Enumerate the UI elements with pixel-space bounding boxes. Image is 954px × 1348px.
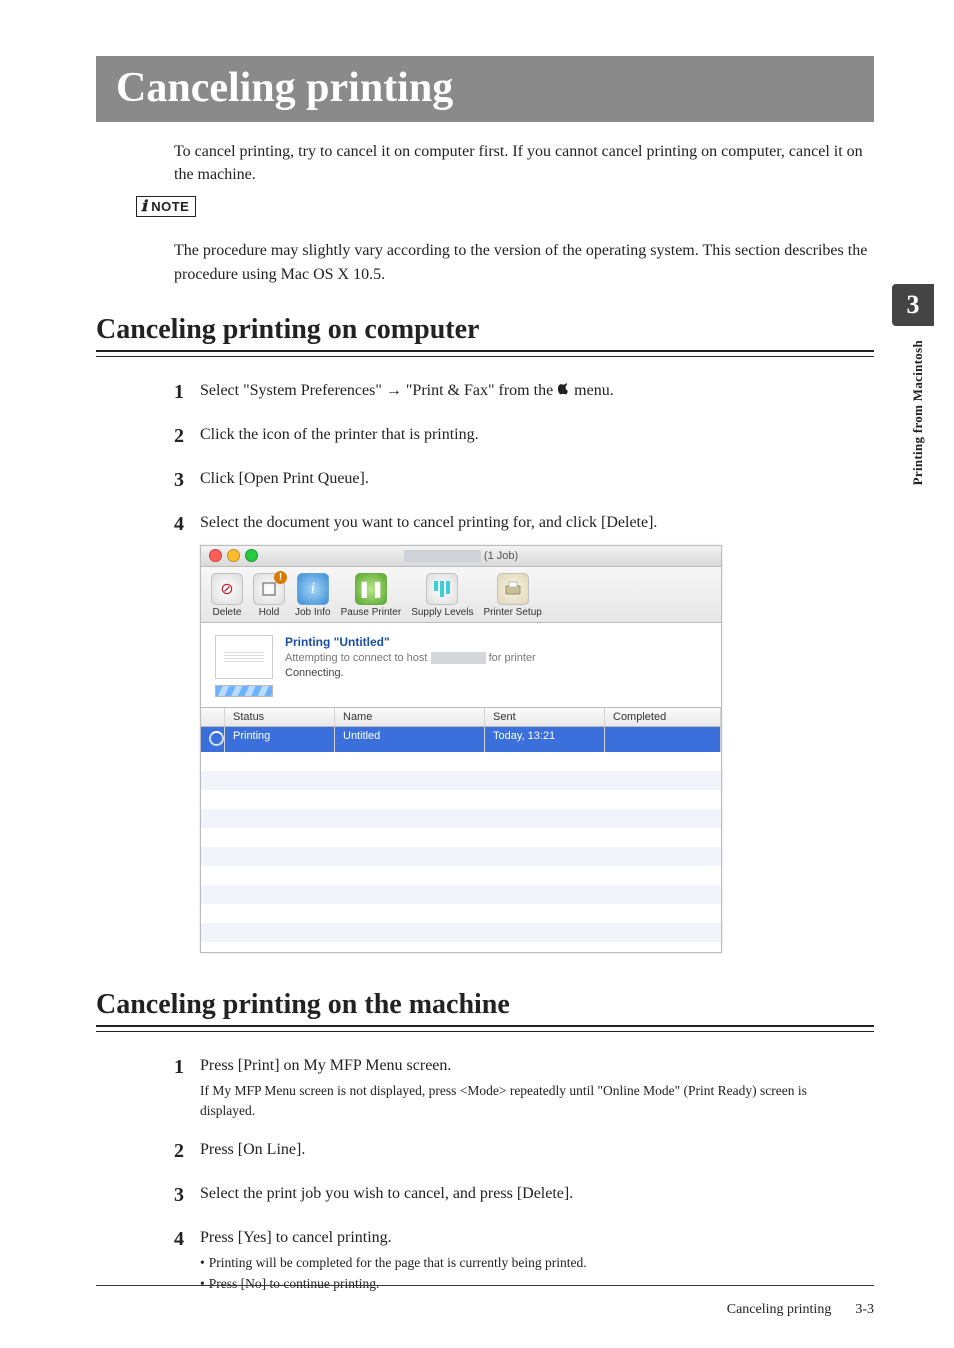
note-icon: ℹ: [141, 197, 147, 216]
step1-text-post: menu.: [570, 382, 614, 399]
job-preview: [215, 635, 271, 697]
step-body: Click the icon of the printer that is pr…: [200, 423, 864, 449]
step-number: 1: [174, 379, 200, 405]
progress-bar: [215, 685, 273, 697]
job-list-header: Status Name Sent Completed: [201, 708, 721, 727]
section-heading-computer: Canceling printing on computer: [96, 314, 874, 346]
col-header-completed: Completed: [605, 708, 721, 726]
step-body: Select the document you want to cancel p…: [200, 511, 864, 537]
step1-text-pre: Select "System Preferences": [200, 382, 386, 399]
step1-text: Press [Print] on My MFP Menu screen.: [200, 1057, 451, 1074]
status-line2: Attempting to connect to host xxxxxxxxxx…: [285, 652, 536, 664]
step-body: Select the print job you wish to cancel,…: [200, 1182, 864, 1208]
hold-icon: [253, 573, 285, 605]
step-body: Select "System Preferences" → "Print & F…: [200, 379, 864, 405]
page-preview-icon: [215, 635, 273, 679]
window-toolbar: ⊘ Delete Hold i Job Info ❚❚ Pause Printe…: [201, 567, 721, 623]
page-banner: Canceling printing: [96, 56, 874, 122]
spinner-icon: [209, 731, 224, 746]
step-number: 2: [174, 423, 200, 449]
status-text: Printing "Untitled" Attempting to connec…: [285, 635, 536, 679]
step4-text: Press [Yes] to cancel printing.: [200, 1229, 392, 1246]
toolbar-label: Delete: [213, 607, 242, 618]
pause-icon: ❚❚: [355, 573, 387, 605]
note-label: NOTE: [151, 199, 189, 214]
col-header-sent: Sent: [485, 708, 605, 726]
page-title: Canceling printing: [116, 64, 854, 112]
supply-icon: [426, 573, 458, 605]
printer-setup-button[interactable]: Printer Setup: [483, 573, 541, 618]
step-body: Press [On Line].: [200, 1138, 864, 1164]
delete-button[interactable]: ⊘ Delete: [211, 573, 243, 618]
section-heading-machine: Canceling printing on the machine: [96, 989, 874, 1021]
step4-bullets: Printing will be completed for the page …: [200, 1253, 864, 1294]
status-line1: Printing "Untitled": [285, 635, 536, 649]
toolbar-label: Job Info: [295, 607, 331, 618]
supply-levels-button[interactable]: Supply Levels: [411, 573, 473, 618]
status-area: Printing "Untitled" Attempting to connec…: [201, 623, 721, 708]
step-body: Press [Yes] to cancel printing. Printing…: [200, 1226, 864, 1294]
step-number: 4: [174, 1226, 200, 1294]
list-item: Press [No] to continue printing.: [200, 1274, 864, 1294]
step-number: 4: [174, 511, 200, 537]
note-text: The procedure may slightly vary accordin…: [174, 239, 874, 285]
step-body: Click [Open Print Queue].: [200, 467, 864, 493]
printer-setup-icon: [497, 573, 529, 605]
chapter-side-label: Printing from Macintosh: [910, 340, 926, 485]
step-body: Press [Print] on My MFP Menu screen. If …: [200, 1054, 864, 1120]
step-number: 3: [174, 467, 200, 493]
job-list-body: [201, 752, 721, 952]
toolbar-label: Printer Setup: [483, 607, 541, 618]
window-title: xxxxxxxxxxxxxx (1 Job): [201, 550, 721, 562]
note-badge: ℹ NOTE: [136, 196, 196, 217]
chapter-tab: 3: [892, 284, 934, 326]
info-icon: i: [297, 573, 329, 605]
page-footer: Canceling printing 3-3: [727, 1302, 874, 1318]
apple-icon: [557, 382, 570, 396]
job-sent: Today, 13:21: [485, 727, 605, 752]
step-number: 2: [174, 1138, 200, 1164]
pause-printer-button[interactable]: ❚❚ Pause Printer: [341, 573, 402, 618]
delete-icon: ⊘: [211, 573, 243, 605]
job-row[interactable]: Printing Untitled Today, 13:21: [201, 727, 721, 752]
print-queue-window: xxxxxxxxxxxxxx (1 Job) ⊘ Delete Hold i: [200, 545, 722, 953]
col-header-status: Status: [225, 708, 335, 726]
step1-subtext: If My MFP Menu screen is not displayed, …: [200, 1081, 864, 1120]
window-titlebar: xxxxxxxxxxxxxx (1 Job): [201, 546, 721, 567]
step-number: 3: [174, 1182, 200, 1208]
col-header-name: Name: [335, 708, 485, 726]
section-rule: [96, 1025, 874, 1032]
section-rule: [96, 350, 874, 357]
intro-paragraph: To cancel printing, try to cancel it on …: [174, 140, 864, 186]
step-number: 1: [174, 1054, 200, 1120]
window-title-suffix: (1 Job): [484, 550, 518, 562]
job-info-button[interactable]: i Job Info: [295, 573, 331, 618]
toolbar-label: Hold: [259, 607, 280, 618]
job-name: Untitled: [335, 727, 485, 752]
job-completed: [605, 727, 721, 752]
toolbar-label: Pause Printer: [341, 607, 402, 618]
toolbar-label: Supply Levels: [411, 607, 473, 618]
arrow-icon: →: [386, 382, 402, 399]
hold-button[interactable]: Hold: [253, 573, 285, 618]
footer-rule: [96, 1285, 874, 1286]
step1-text-mid: "Print & Fax" from the: [402, 382, 557, 399]
footer-title: Canceling printing: [727, 1302, 832, 1318]
job-status: Printing: [225, 727, 335, 752]
status-line3: Connecting.: [285, 667, 536, 679]
footer-page-number: 3-3: [855, 1302, 874, 1318]
list-item: Printing will be completed for the page …: [200, 1253, 864, 1273]
